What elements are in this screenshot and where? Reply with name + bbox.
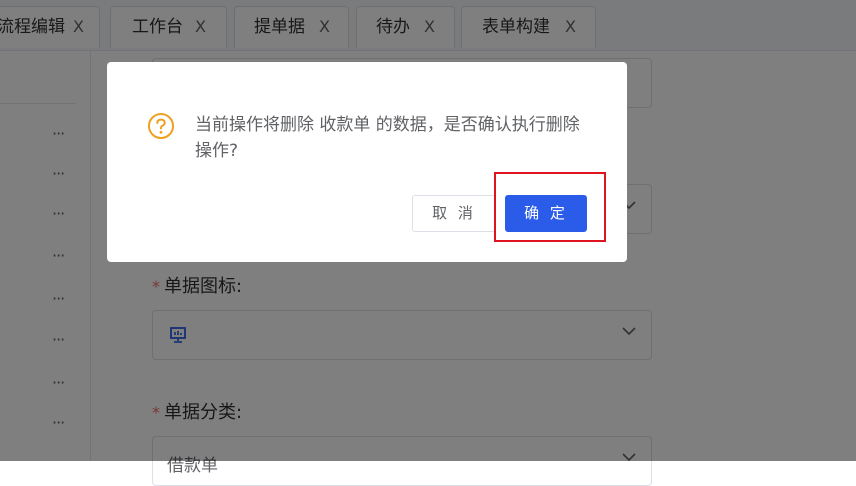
highlight-box <box>494 172 606 242</box>
dialog-message: 当前操作将删除 收款单 的数据，是否确认执行删除操作? <box>195 115 580 161</box>
cancel-button[interactable]: 取 消 <box>412 195 496 232</box>
question-circle-icon <box>148 113 174 139</box>
